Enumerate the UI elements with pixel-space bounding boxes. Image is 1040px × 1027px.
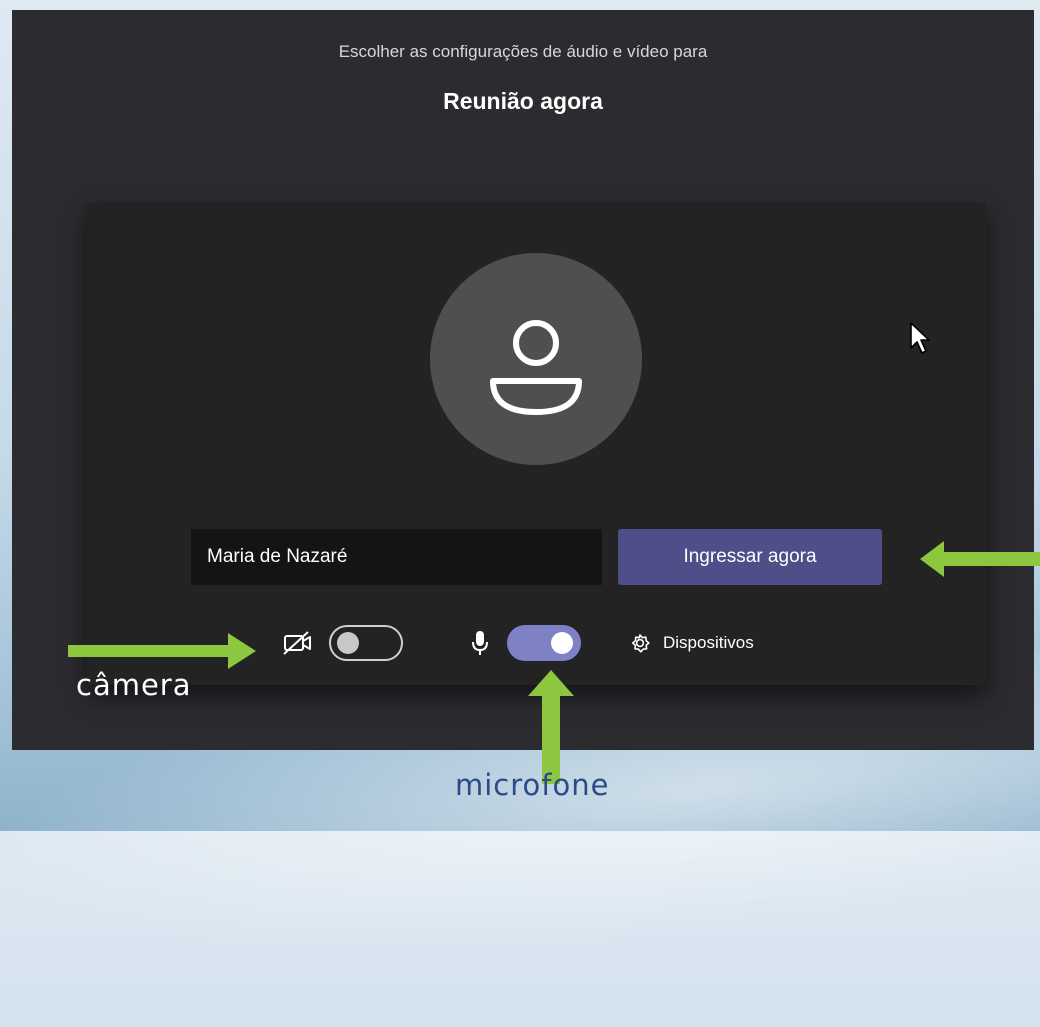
devices-label: Dispositivos — [663, 633, 754, 652]
arrow-left-icon — [920, 541, 1040, 577]
join-now-button[interactable]: Ingressar agora — [618, 529, 882, 585]
camera-toggle[interactable] — [329, 625, 403, 661]
meeting-title: Reunião agora — [443, 88, 603, 114]
microphone-icon[interactable] — [471, 629, 489, 657]
mouse-cursor-icon — [910, 322, 930, 354]
devices-button[interactable]: Dispositivos — [627, 625, 754, 661]
microphone-toggle[interactable] — [507, 625, 581, 661]
gear-icon — [632, 634, 650, 653]
name-input[interactable] — [191, 529, 602, 585]
microphone-toggle-knob — [551, 632, 573, 654]
microphone-annotation-label: microfone — [455, 768, 610, 802]
camera-toggle-knob — [337, 632, 359, 654]
avatar — [430, 253, 642, 465]
arrow-right-icon — [68, 633, 256, 669]
camera-annotation-label: câmera — [76, 668, 192, 702]
person-icon — [490, 320, 582, 415]
camera-off-icon[interactable] — [282, 630, 314, 656]
video-preview-panel: Ingressar agora — [87, 203, 986, 685]
settings-prompt: Escolher as configurações de áudio e víd… — [338, 42, 708, 61]
